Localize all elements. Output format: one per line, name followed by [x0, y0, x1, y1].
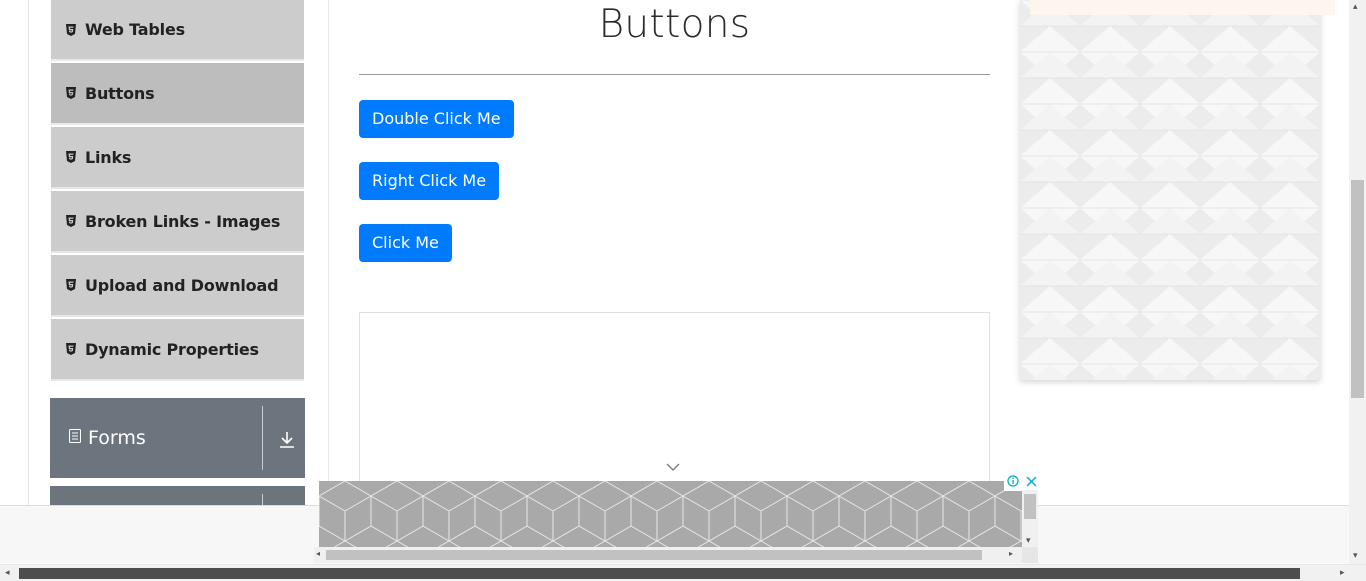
ad-controls — [1004, 474, 1040, 491]
click-me-button[interactable]: Click Me — [359, 224, 452, 262]
scroll-up-arrow-icon[interactable]: ▴ — [1353, 2, 1358, 11]
ad-scroll-thumb[interactable] — [1024, 494, 1036, 519]
scroll-left-arrow-icon[interactable]: ◂ — [316, 550, 320, 558]
info-icon[interactable] — [1007, 474, 1019, 492]
sidebar-item-upload-download[interactable]: Upload and Download — [51, 255, 304, 317]
scroll-left-arrow-icon[interactable]: ◂ — [5, 568, 10, 577]
sidebar-item-web-tables[interactable]: Web Tables — [51, 0, 304, 61]
page-vertical-scrollbar[interactable]: ▴ ▾ — [1349, 0, 1366, 564]
sidebar-item-label: Links — [85, 147, 132, 167]
ad-scroll-corner — [1022, 547, 1038, 563]
page-horizontal-scrollbar[interactable]: ◂ ▸ — [0, 564, 1366, 581]
page-title: Buttons — [598, 2, 751, 47]
scroll-down-arrow-icon[interactable]: ▾ — [1026, 536, 1031, 545]
side-ad-banner — [1030, 0, 1335, 15]
download-arrow-icon[interactable] — [278, 431, 296, 454]
sidebar-item-buttons[interactable]: Buttons — [51, 63, 304, 125]
sidebar-group-label: Forms — [88, 427, 146, 449]
page: { "sidebar": { "items": [ {"label": "Web… — [0, 0, 1366, 581]
scroll-down-arrow-icon[interactable]: ▾ — [1353, 551, 1358, 560]
sidebar-item-broken-links[interactable]: Broken Links - Images — [51, 191, 304, 253]
sidebar-item-label: Upload and Download — [85, 275, 279, 295]
side-advertisement[interactable] — [1020, 0, 1320, 380]
sidebar-group-forms[interactable]: Forms — [50, 398, 305, 478]
sidebar-item-label: Dynamic Properties — [85, 339, 259, 359]
double-click-button[interactable]: Double Click Me — [359, 100, 514, 138]
page-scroll-thumb[interactable] — [1351, 180, 1364, 398]
sidebar-item-dynamic-properties[interactable]: Dynamic Properties — [51, 319, 304, 381]
sidebar-item-links[interactable]: Links — [51, 127, 304, 189]
scroll-right-arrow-icon[interactable]: ▸ — [1340, 568, 1345, 577]
html5-icon — [66, 343, 76, 355]
html5-icon — [66, 151, 76, 163]
bottom-advertisement[interactable] — [319, 481, 1022, 547]
html5-icon — [66, 279, 76, 291]
sidebar-item-label: Buttons — [85, 83, 155, 103]
sidebar-item-label: Web Tables — [85, 20, 185, 39]
document-icon — [69, 428, 81, 448]
html5-icon — [66, 23, 76, 36]
column-divider — [328, 0, 329, 505]
scroll-right-arrow-icon[interactable]: ▸ — [1009, 550, 1013, 558]
ad-vertical-scrollbar[interactable]: ▾ — [1022, 490, 1038, 547]
page-scroll-thumb[interactable] — [19, 568, 1300, 579]
right-click-button[interactable]: Right Click Me — [359, 162, 500, 200]
chevron-down-icon[interactable] — [665, 459, 681, 477]
group-separator — [262, 406, 263, 470]
close-icon[interactable] — [1026, 474, 1037, 492]
html5-icon — [66, 87, 76, 99]
sidebar-group-next[interactable] — [50, 486, 305, 505]
sidebar-item-label: Broken Links - Images — [85, 211, 281, 231]
group-separator — [262, 494, 263, 505]
left-border — [28, 0, 29, 505]
ad-scroll-thumb[interactable] — [326, 550, 982, 560]
ad-horizontal-scrollbar[interactable]: ◂ ▸ — [314, 547, 1022, 563]
title-divider — [359, 74, 990, 75]
html5-icon — [66, 215, 76, 227]
